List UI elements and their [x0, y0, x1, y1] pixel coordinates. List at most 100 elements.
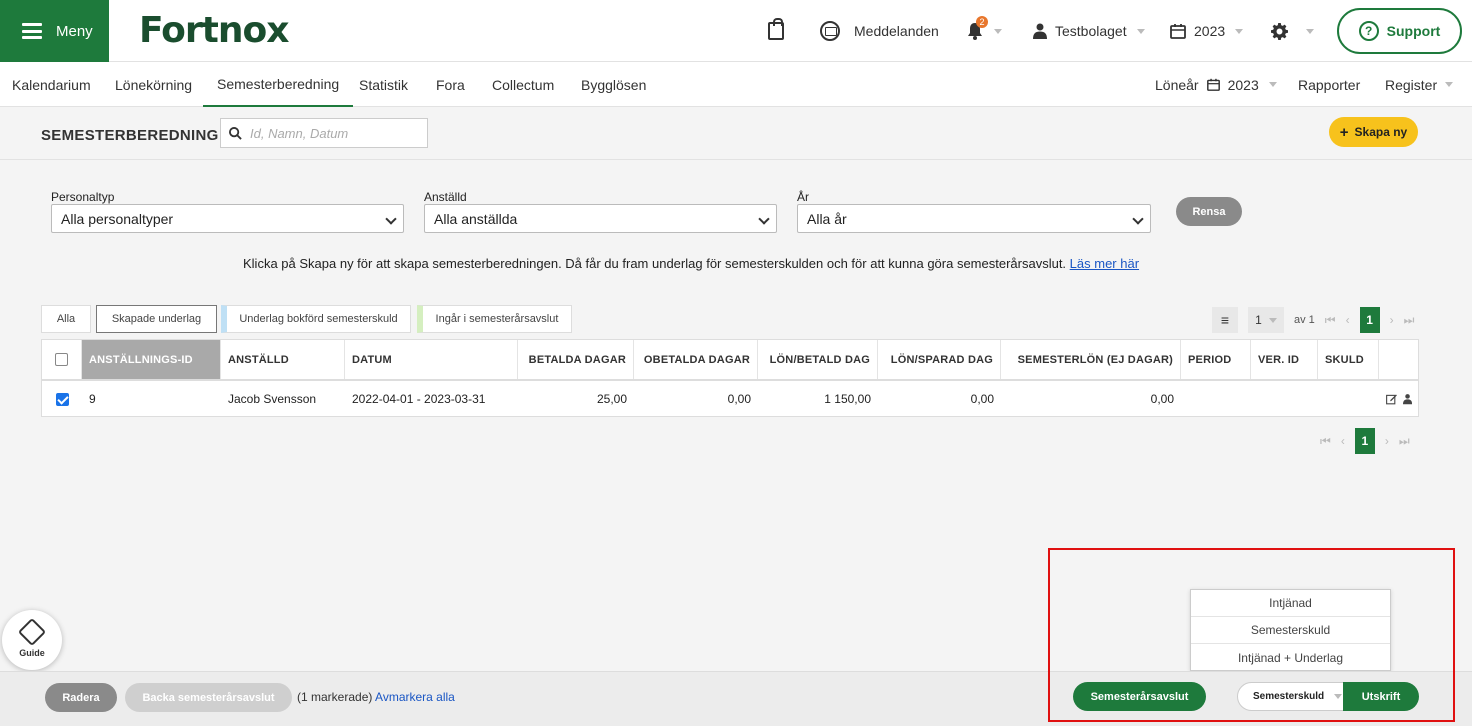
unmark-all-link[interactable]: Avmarkera alla — [375, 690, 455, 704]
shopping-bag-icon — [768, 18, 784, 40]
guide-label: Guide — [19, 648, 45, 658]
nav-rapporter[interactable]: Rapporter — [1298, 62, 1360, 107]
search-icon — [229, 126, 242, 140]
col-period[interactable]: PERIOD — [1181, 340, 1251, 379]
col-skuld[interactable]: SKULD — [1318, 340, 1379, 379]
cell-salary-paid-day: 1 150,00 — [824, 392, 871, 406]
col-semesterlon[interactable]: SEMESTERLÖN (EJ DAGAR) — [1001, 340, 1181, 379]
anstalld-value: Alla anställda — [434, 210, 518, 227]
first-page-icon[interactable]: ⏮ — [1320, 434, 1331, 449]
shop-button[interactable] — [768, 0, 784, 62]
current-page[interactable]: 1 — [1354, 428, 1375, 454]
cell-paid-days: 25,00 — [596, 392, 627, 406]
row-checkbox[interactable] — [55, 392, 69, 406]
support-button[interactable]: ? Support — [1337, 8, 1462, 54]
list-view-icon[interactable]: ≡ — [1212, 307, 1238, 333]
personaltyp-label: Personaltyp — [51, 190, 115, 204]
envelope-icon — [820, 21, 840, 41]
next-page-icon[interactable]: › — [1385, 434, 1389, 448]
undo-year-end-button[interactable]: Backa semesterårsavslut — [125, 683, 292, 712]
nav-lonekorning[interactable]: Lönekörning — [115, 62, 192, 107]
nav-kalendarium[interactable]: Kalendarium — [12, 62, 91, 107]
chevron-down-icon — [1268, 317, 1277, 323]
calendar-icon — [1170, 24, 1186, 39]
vacation-table: ANSTÄLLNINGS-ID ANSTÄLLD DATUM BETALDA D… — [41, 339, 1419, 417]
pagination-top: ≡ 1 av 1 ⏮ ‹ 1 › ⏭ — [1212, 307, 1414, 333]
col-anstalld[interactable]: ANSTÄLLD — [221, 340, 345, 379]
loneyear-selector[interactable]: Löneår 2023 — [1155, 62, 1277, 107]
last-page-icon[interactable]: ⏭ — [1399, 434, 1410, 449]
read-more-link[interactable]: Läs mer här — [1070, 256, 1139, 271]
create-new-label: Skapa ny — [1354, 125, 1408, 139]
segment-skapade-underlag[interactable]: Skapade underlag — [96, 305, 217, 333]
settings-button[interactable] — [1271, 0, 1314, 62]
year-selector[interactable]: 2023 — [1170, 0, 1244, 62]
nav-fora[interactable]: Fora — [436, 62, 465, 107]
chevron-down-icon — [1136, 28, 1145, 34]
cell-name: Jacob Svensson — [228, 392, 317, 406]
notification-badge: 2 — [976, 16, 988, 28]
col-ver-id[interactable]: VER. ID — [1251, 340, 1318, 379]
col-datum[interactable]: DATUM — [345, 340, 518, 379]
segment-semesterarsavslut[interactable]: Ingår i semesterårsavslut — [417, 305, 572, 333]
col-lon-sparad-dag[interactable]: LÖN/SPARAD DAG — [878, 340, 1001, 379]
cell-unpaid-days: 0,00 — [727, 392, 751, 406]
first-page-icon[interactable]: ⏮ — [1325, 313, 1336, 328]
table-header: ANSTÄLLNINGS-ID ANSTÄLLD DATUM BETALDA D… — [42, 340, 1418, 381]
nav-register[interactable]: Register — [1385, 62, 1454, 107]
clear-filters-button[interactable]: Rensa — [1176, 197, 1242, 226]
menu-button[interactable]: Meny — [0, 0, 109, 62]
nav-collectum[interactable]: Collectum — [492, 62, 554, 107]
cell-id: 9 — [89, 392, 96, 406]
prev-page-icon[interactable]: ‹ — [1341, 434, 1345, 448]
search-input[interactable] — [250, 125, 420, 141]
sub-navigation: Kalendarium Lönekörning Semesterberednin… — [0, 62, 1472, 107]
menu-item-intjanad[interactable]: Intjänad — [1191, 590, 1390, 617]
create-new-button[interactable]: + Skapa ny — [1329, 117, 1418, 147]
print-button[interactable]: Utskrift — [1343, 682, 1419, 711]
page-size-select[interactable]: 1 — [1248, 307, 1284, 333]
nav-statistik[interactable]: Statistik — [359, 62, 408, 107]
select-all-checkbox[interactable] — [55, 353, 68, 366]
cell-ver-id — [1251, 381, 1318, 417]
prev-page-icon[interactable]: ‹ — [1346, 313, 1350, 327]
cell-period — [1181, 381, 1251, 417]
nav-semesterberedning[interactable]: Semesterberedning — [203, 62, 354, 107]
chevron-down-icon — [1306, 28, 1314, 34]
personaltyp-select[interactable]: Alla personaltyper — [51, 204, 404, 233]
menu-label: Meny — [56, 22, 93, 40]
next-page-icon[interactable]: › — [1390, 313, 1394, 327]
print-type-select[interactable]: Semesterskuld — [1237, 682, 1347, 711]
guide-button[interactable]: Guide — [2, 610, 62, 670]
bell-icon: 2 — [966, 16, 988, 40]
employee-icon[interactable] — [1402, 393, 1412, 405]
segment-bokford-semesterskuld[interactable]: Underlag bokförd semesterskuld — [221, 305, 411, 333]
current-page[interactable]: 1 — [1359, 307, 1380, 333]
anstalld-select[interactable]: Alla anställda — [424, 204, 777, 233]
menu-item-intjanad-underlag[interactable]: Intjänad + Underlag — [1191, 644, 1390, 671]
year-value: 2023 — [1194, 23, 1226, 39]
nav-bygglosen[interactable]: Bygglösen — [581, 62, 646, 107]
table-row[interactable]: 9 Jacob Svensson 2022-04-01 - 2023-03-31… — [42, 381, 1418, 417]
top-bar: Meny Fortnox Meddelanden 2 Testbolaget 2… — [0, 0, 1472, 62]
delete-button[interactable]: Radera — [45, 683, 117, 712]
menu-item-semesterskuld[interactable]: Semesterskuld — [1191, 617, 1390, 644]
fortnox-logo[interactable]: Fortnox — [139, 10, 289, 51]
col-betalda-dagar[interactable]: BETALDA DAGAR — [518, 340, 634, 379]
edit-icon[interactable] — [1386, 393, 1397, 405]
notifications-button[interactable]: 2 — [966, 0, 1002, 62]
last-page-icon[interactable]: ⏭ — [1404, 313, 1415, 328]
search-box[interactable] — [220, 118, 428, 148]
ar-value: Alla år — [807, 210, 847, 227]
segment-alla[interactable]: Alla — [41, 305, 91, 333]
year-end-close-button[interactable]: Semesterårsavslut — [1073, 682, 1206, 711]
company-selector[interactable]: Testbolaget — [1033, 0, 1145, 62]
col-anstallnings-id[interactable]: ANSTÄLLNINGS-ID — [82, 340, 221, 379]
ar-select[interactable]: Alla år — [797, 204, 1151, 233]
guide-icon — [17, 617, 47, 647]
chevron-down-icon — [1334, 694, 1343, 699]
print-options-menu: Intjänad Semesterskuld Intjänad + Underl… — [1190, 589, 1391, 671]
messages-button[interactable]: Meddelanden — [820, 0, 939, 62]
col-obetalda-dagar[interactable]: OBETALDA DAGAR — [634, 340, 758, 379]
col-lon-betald-dag[interactable]: LÖN/BETALD DAG — [758, 340, 878, 379]
